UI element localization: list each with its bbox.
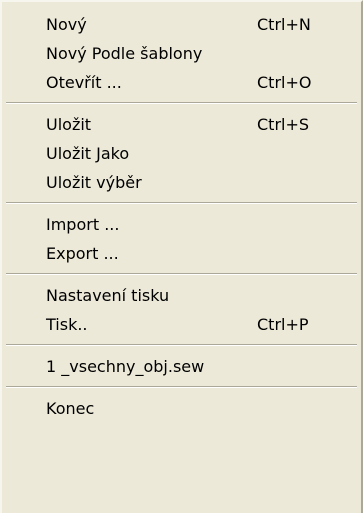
menu-item-label: Konec bbox=[46, 399, 95, 418]
menu-item-exit[interactable]: Konec bbox=[2, 394, 361, 423]
menu-item-new-from-template[interactable]: Nový Podle šablony bbox=[2, 39, 361, 68]
menu-item-label: Tisk.. bbox=[46, 315, 88, 334]
menu-item-label: Nastavení tisku bbox=[46, 286, 170, 305]
menu-item-export[interactable]: Export ... bbox=[2, 239, 361, 268]
menu-item-label: Otevřít ... bbox=[46, 73, 122, 92]
menu-item-label: Nový Podle šablony bbox=[46, 44, 203, 63]
menu-item-shortcut: Ctrl+S bbox=[257, 115, 310, 134]
menu-item-save-selection[interactable]: Uložit výběr bbox=[2, 168, 361, 197]
menu-separator bbox=[2, 339, 361, 352]
menu-item-recent-file[interactable]: 1 _vsechny_obj.sew bbox=[2, 352, 361, 381]
menu-item-label: Uložit výběr bbox=[46, 173, 142, 192]
menu-item-label: Nový bbox=[46, 15, 87, 34]
menu-item-print-setup[interactable]: Nastavení tisku bbox=[2, 281, 361, 310]
menu-item-open[interactable]: Otevřít ... Ctrl+O bbox=[2, 68, 361, 97]
menu-item-save-as[interactable]: Uložit Jako bbox=[2, 139, 361, 168]
menu-separator bbox=[2, 381, 361, 394]
menu-item-label: Uložit Jako bbox=[46, 144, 130, 163]
menu-separator bbox=[2, 268, 361, 281]
menu-item-shortcut: Ctrl+N bbox=[257, 15, 311, 34]
menu-separator bbox=[2, 97, 361, 110]
menu-item-label: Uložit bbox=[46, 115, 92, 134]
menu-item-label: Export ... bbox=[46, 244, 119, 263]
menu-item-import[interactable]: Import ... bbox=[2, 210, 361, 239]
menu-item-label: 1 _vsechny_obj.sew bbox=[46, 357, 205, 376]
file-menu: Nový Ctrl+N Nový Podle šablony Otevřít .… bbox=[0, 0, 363, 513]
menu-separator bbox=[2, 197, 361, 210]
menu-item-shortcut: Ctrl+O bbox=[257, 73, 312, 92]
menu-item-save[interactable]: Uložit Ctrl+S bbox=[2, 110, 361, 139]
menu-item-new[interactable]: Nový Ctrl+N bbox=[2, 10, 361, 39]
menu-item-shortcut: Ctrl+P bbox=[257, 315, 309, 334]
menu-item-print[interactable]: Tisk.. Ctrl+P bbox=[2, 310, 361, 339]
menu-item-label: Import ... bbox=[46, 215, 120, 234]
